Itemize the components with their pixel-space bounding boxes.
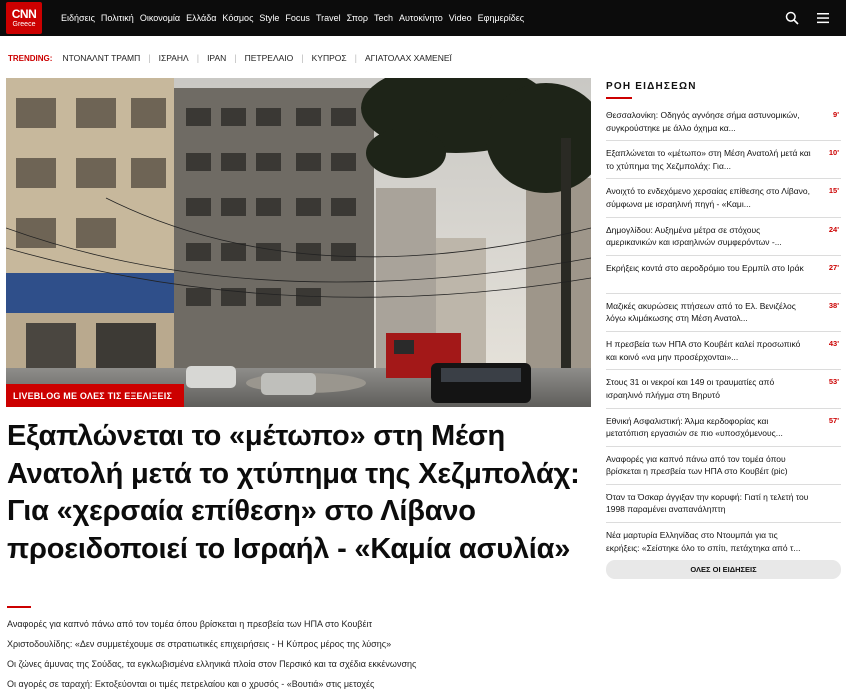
news-feed-item-text: Θεσσαλονίκη: Οδηγός αγνόησε σήμα αστυνομ…	[606, 110, 800, 133]
liveblog-badge[interactable]: LIVEBLOG ΜΕ ΟΛΕΣ ΤΙΣ ΕΞΕΛΙΞΕΙΣ	[6, 384, 184, 407]
news-feed-item-time: 15'	[828, 186, 839, 196]
news-feed-item-time: 57'	[828, 415, 839, 425]
trending-item-khamenei[interactable]: ΑΓΙΑΤΟΛΑΧ ΧΑΜΕΝΕΪ	[365, 53, 452, 63]
news-feed-item-text: Εθνική Ασφαλιστική: Άλμα κερδοφορίας και…	[606, 415, 783, 439]
hamburger-menu-icon[interactable]	[816, 11, 830, 25]
hero-photo-illustration	[6, 78, 591, 407]
top-navigation-bar: CNN Greece Ειδήσεις Πολιτική Οικονομία Ε…	[0, 0, 846, 36]
news-feed-item[interactable]: Στους 31 οι νεκροί και 149 οι τραυματίες…	[606, 370, 841, 409]
nav-item-video[interactable]: Video	[449, 13, 472, 23]
nav-item-world[interactable]: Κόσμος	[222, 13, 253, 23]
nav-item-economy[interactable]: Οικονομία	[140, 13, 180, 23]
trending-separator: |	[196, 53, 200, 63]
trending-item-trump[interactable]: ΝΤΟΝΑΛΝΤ ΤΡΑΜΠ	[62, 53, 140, 63]
news-feed-item[interactable]: Εθνική Ασφαλιστική: Άλμα κερδοφορίας και…	[606, 409, 841, 447]
news-feed-title: ΡΟΗ ΕΙΔΗΣΕΩΝ	[606, 81, 697, 92]
related-story-link[interactable]: Χριστοδουλίδης: «Δεν συμμετέχουμε σε στρ…	[7, 638, 587, 658]
nav-item-style[interactable]: Style	[259, 13, 279, 23]
trending-item-iran[interactable]: ΙΡΑΝ	[207, 53, 226, 63]
trending-item-israel[interactable]: ΙΣΡΑΗΛ	[159, 53, 189, 63]
news-feed-item-text: Η πρεσβεία των ΗΠΑ στο Κουβέιτ καλεί προ…	[606, 339, 801, 362]
news-feed-item-text: Στους 31 οι νεκροί και 149 οι τραυματίες…	[606, 377, 775, 400]
nav-item-greece[interactable]: Ελλάδα	[186, 13, 216, 23]
trending-item-oil[interactable]: ΠΕΤΡΕΛΑΙΟ	[245, 53, 294, 63]
all-news-button[interactable]: ΟΛΕΣ ΟΙ ΕΙΔΗΣΕΙΣ	[606, 560, 841, 579]
news-feed-item-time: 24'	[828, 224, 839, 234]
news-feed-item-time: 43'	[828, 339, 839, 349]
cnn-greece-logo[interactable]: CNN Greece	[6, 2, 42, 34]
main-headline[interactable]: Εξαπλώνεται το «μέτωπο» στη Μέση Ανατολή…	[7, 418, 587, 568]
news-feed-item[interactable]: Εξαπλώνεται το «μέτωπο» στη Μέση Ανατολή…	[606, 141, 841, 180]
trending-separator: |	[234, 53, 237, 63]
nav-item-travel[interactable]: Travel	[316, 13, 341, 23]
logo-subtext: Greece	[12, 20, 36, 28]
nav-item-focus[interactable]: Focus	[285, 13, 310, 23]
news-feed-item[interactable]: Εκρήξεις κοντά στο αεροδρόμιο του Ερμπίλ…	[606, 256, 841, 294]
news-feed-item[interactable]: Η πρεσβεία των ΗΠΑ στο Κουβέιτ καλεί προ…	[606, 332, 841, 371]
news-feed-list: Θεσσαλονίκη: Οδηγός αγνόησε σήμα αστυνομ…	[606, 103, 841, 561]
related-story-link[interactable]: Αναφορές για καπνό πάνω από τον τομέα όπ…	[7, 618, 587, 638]
logo-text: CNN	[11, 6, 37, 21]
nav-item-auto[interactable]: Αυτοκίνητο	[399, 13, 443, 23]
nav-item-news[interactable]: Ειδήσεις	[61, 13, 95, 23]
news-feed-item-text: Νέα μαρτυρία Ελληνίδας στο Ντουμπάι για …	[606, 530, 801, 553]
news-feed-item[interactable]: Ανοιχτό το ενδεχόμενο χερσαίας επίθεσης …	[606, 179, 841, 218]
nav-item-sports[interactable]: Σπορ	[347, 13, 368, 23]
trending-separator: |	[301, 53, 304, 63]
news-feed-item-text: Εκρήξεις κοντά στο αεροδρόμιο του Ερμπίλ…	[606, 262, 804, 273]
news-feed-item-time: 9'	[833, 110, 839, 119]
news-feed-divider	[606, 97, 632, 99]
nav-item-politics[interactable]: Πολιτική	[101, 13, 134, 23]
news-feed-item-text: Ανοιχτό το ενδεχόμενο χερσαίας επίθεσης …	[606, 186, 810, 209]
trending-separator: |	[354, 53, 357, 63]
news-feed-item[interactable]: Δημογλίδου: Αυξημένα μέτρα σε στόχους αμ…	[606, 218, 841, 256]
news-feed-item[interactable]: Αναφορές για καπνό πάνω από τον τομέα όπ…	[606, 447, 841, 485]
news-feed-item-time: 38'	[828, 300, 839, 310]
news-feed-item-text: Μαζικές ακυρώσεις πτήσεων από το Ελ. Βεν…	[606, 300, 796, 324]
news-feed-item-time: 27'	[828, 262, 839, 272]
news-feed-item-text: Δημογλίδου: Αυξημένα μέτρα σε στόχους αμ…	[606, 224, 782, 248]
news-feed-item[interactable]: Νέα μαρτυρία Ελληνίδας στο Ντουμπάι για …	[606, 523, 841, 561]
news-feed-item-text: Όταν τα Όσκαρ άγγιξαν την κορυφή: Γιατί …	[606, 491, 809, 515]
news-feed-item-text: Εξαπλώνεται το «μέτωπο» στη Μέση Ανατολή…	[606, 148, 811, 171]
trending-label: TRENDING:	[8, 53, 53, 63]
search-icon[interactable]	[785, 11, 799, 25]
headline-divider	[7, 606, 31, 608]
hero-image[interactable]	[6, 78, 591, 407]
news-feed-item[interactable]: Θεσσαλονίκη: Οδηγός αγνόησε σήμα αστυνομ…	[606, 103, 841, 142]
news-feed-item-time: 10'	[828, 148, 839, 158]
news-feed-item-text: Αναφορές για καπνό πάνω από τον τομέα όπ…	[606, 453, 788, 477]
nav-item-newspapers[interactable]: Εφημερίδες	[478, 13, 525, 23]
news-feed-item[interactable]: Μαζικές ακυρώσεις πτήσεων από το Ελ. Βεν…	[606, 294, 841, 333]
nav-item-tech[interactable]: Tech	[374, 13, 393, 23]
related-stories: Αναφορές για καπνό πάνω από τον τομέα όπ…	[7, 618, 587, 698]
news-feed-item-time: 53'	[828, 377, 839, 387]
related-story-link[interactable]: Οι αγορές σε ταραχή: Εκτοξεύονται οι τιμ…	[7, 678, 587, 698]
trending-bar: TRENDING: ΝΤΟΝΑΛΝΤ ΤΡΑΜΠ | ΙΣΡΑΗΛ | ΙΡΑΝ…	[8, 52, 452, 64]
main-nav: Ειδήσεις Πολιτική Οικονομία Ελλάδα Κόσμο…	[61, 0, 530, 36]
trending-item-cyprus[interactable]: ΚΥΠΡΟΣ	[312, 53, 347, 63]
related-story-link[interactable]: Οι ζώνες άμυνας της Σούδας, τα εγκλωβισμ…	[7, 658, 587, 678]
trending-separator: |	[148, 53, 151, 63]
news-feed-item[interactable]: Όταν τα Όσκαρ άγγιξαν την κορυφή: Γιατί …	[606, 485, 841, 524]
